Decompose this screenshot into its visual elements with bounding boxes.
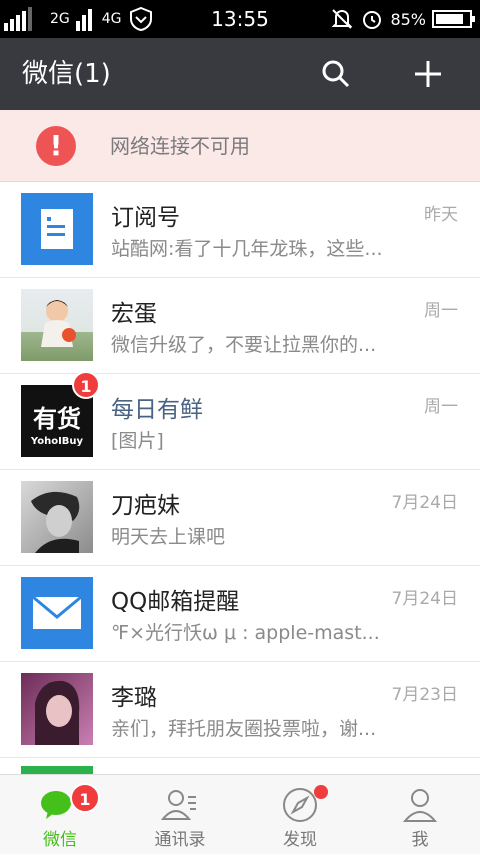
page-title: 微信(1) [22,59,111,89]
subscription-icon [41,209,73,249]
chat-item-hongdan[interactable]: 宏蛋 微信升级了，不要让拉黑你的... 周一 [0,278,480,374]
chat-time: 周一 [424,301,458,321]
nav-label: 通讯录 [154,830,206,850]
nav-label: 微信 [43,830,77,850]
girl-photo-avatar [21,481,93,553]
chat-preview: 亲们，拜托朋友圈投票啦，谢... [111,718,377,740]
network-warning-banner[interactable]: ! 网络连接不可用 [0,110,480,182]
chat-item-lilu[interactable]: 李璐 亲们，拜托朋友圈投票啦，谢... 7月23日 [0,662,480,758]
title-bar: 微信(1) [0,38,480,110]
yohobuy-logo-sub: YohoIBuy [30,436,84,447]
chat-name: 订阅号 [111,205,180,231]
chat-item-meiri[interactable]: 有货 YohoIBuy 1 每日有鲜 [图片] 周一 [0,371,480,470]
chat-item-subscriptions[interactable]: 订阅号 站酷网:看了十几年龙珠，这些... 昨天 [0,182,480,278]
mail-avatar [21,577,93,649]
search-icon [322,60,350,88]
battery-fill [436,14,463,24]
chat-name: QQ邮箱提醒 [111,589,240,615]
chat-name: 李璐 [111,685,157,711]
girl-photo-2 [35,680,80,745]
chat-item-daobamei[interactable]: 刀疤妹 明天去上课吧 7月24日 [0,470,480,566]
girl-photo-2-avatar [21,673,93,745]
chat-preview: 微信升级了，不要让拉黑你的... [111,334,377,356]
chat-time: 7月24日 [391,589,458,609]
nav-new-dot [314,785,328,799]
nav-tab-me[interactable]: 我 [360,775,480,855]
chat-item-qqmail[interactable]: QQ邮箱提醒 ℉×光行㤇ω μ : apple-mast... 7月24日 [0,566,480,662]
battery-percent: 85% [390,9,426,29]
chat-time: 周一 [424,397,458,417]
search-button[interactable] [316,54,356,94]
chat-time: 7月24日 [391,493,458,513]
nav-tab-discover[interactable]: 发现 [240,775,360,855]
nav-tab-wechat[interactable]: 1 微信 [0,775,120,855]
battery-icon [432,10,475,28]
unread-badge: 1 [72,371,100,399]
add-button[interactable] [408,54,448,94]
baby-photo-avatar [21,289,93,361]
nav-tab-contacts[interactable]: 通讯录 [120,775,240,855]
chat-list: 订阅号 站酷网:看了十几年龙珠，这些... 昨天 宏蛋 微信升级了，不要让拉黑你… [0,182,480,774]
chat-time: 昨天 [424,205,458,225]
chat-preview: [图片] [111,430,164,452]
nav-label: 发现 [283,830,317,850]
chat-name: 刀疤妹 [111,493,180,519]
nav-label: 我 [411,830,429,850]
profile-icon [402,789,438,822]
mute-icon [332,9,353,29]
subscription-avatar [21,193,93,265]
chat-preview: 站酷网:看了十几年龙珠，这些... [111,238,383,260]
yohobuy-logo-text: 有货 [33,405,81,433]
chat-time: 7月23日 [391,685,458,705]
mail-icon [32,595,82,629]
status-bar: 2G 4G 13:55 85% [0,0,480,38]
contacts-icon [160,790,196,820]
network-warning-text: 网络连接不可用 [110,134,250,158]
chat-preview: 明天去上课吧 [111,526,226,548]
plus-icon [415,61,441,87]
nav-unread-badge: 1 [70,783,100,813]
status-right: 85% [330,0,475,38]
baby-photo [41,300,76,347]
chat-name: 每日有鲜 [111,397,203,423]
chat-name: 宏蛋 [111,301,157,327]
alarm-icon [363,11,382,29]
girl-photo [31,491,80,553]
bottom-nav: 1 微信 通讯录 发现 我 [0,774,480,854]
chat-preview: ℉×光行㤇ω μ : apple-mast... [111,622,380,644]
next-chat-avatar-peek [21,766,93,774]
warning-icon: ! [36,126,76,166]
